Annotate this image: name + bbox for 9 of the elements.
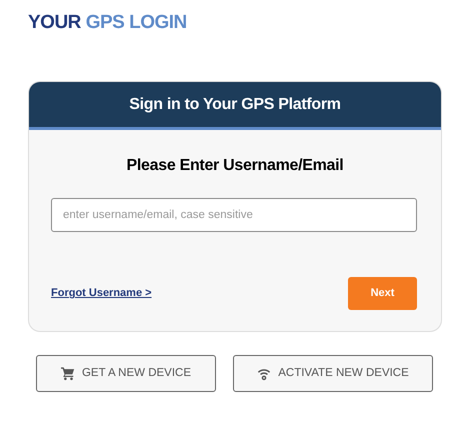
form-heading: Please Enter Username/Email [126, 156, 344, 176]
cart-icon [60, 366, 75, 381]
title-text: GPS LOGIN [86, 12, 187, 33]
username-field[interactable]: enter username/email, case sensitive [51, 198, 417, 232]
forgot-username-link[interactable]: Forgot Username > [51, 285, 152, 302]
card-header: Sign in to Your GPS Platform [29, 82, 441, 130]
activate-device-button[interactable]: ACTIVATE NEW DEVICE [233, 355, 433, 392]
get-device-button[interactable]: GET A NEW DEVICE [36, 355, 216, 392]
title-text: YOUR [28, 12, 81, 33]
